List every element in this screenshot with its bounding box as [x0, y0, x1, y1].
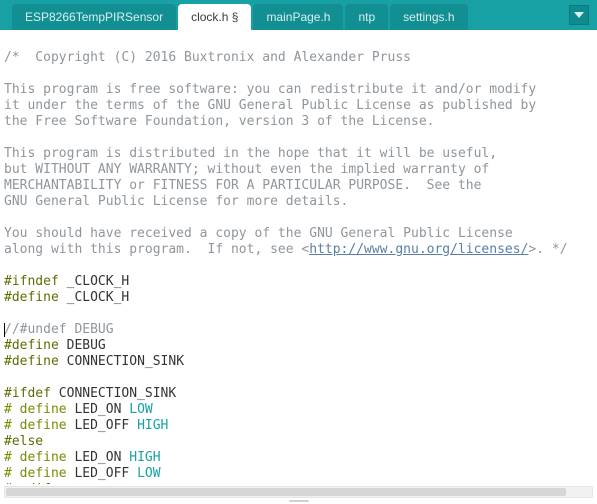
- tab-ntp[interactable]: ntp: [345, 4, 388, 30]
- comment-line: along with this program. If not, see <: [4, 242, 309, 257]
- tab-label: clock.h §: [191, 10, 238, 24]
- pp-sub-define: # define: [4, 466, 67, 481]
- chevron-down-icon: [574, 12, 584, 18]
- pp-sub-define: # define: [4, 450, 67, 465]
- tab-mainpage-h[interactable]: mainPage.h: [253, 4, 343, 30]
- comment-line: This program is free software: you can r…: [4, 82, 536, 97]
- symbol: _CLOCK_H: [59, 274, 129, 289]
- symbol: LED_ON: [67, 402, 130, 417]
- tab-overflow-button[interactable]: [569, 5, 589, 25]
- const-high: HIGH: [137, 418, 168, 433]
- pp-ifdef: #ifdef: [4, 386, 51, 401]
- tab-label: ESP8266TempPIRSensor: [25, 10, 163, 24]
- symbol: CONNECTION_SINK: [51, 386, 176, 401]
- tab-label: settings.h: [403, 10, 454, 24]
- pane-resize-grabber[interactable]: [0, 498, 597, 504]
- pp-ifndef: #ifndef: [4, 274, 59, 289]
- symbol: LED_OFF: [67, 466, 137, 481]
- comment-line: but WITHOUT ANY WARRANTY; without even t…: [4, 162, 489, 177]
- tab-clock-h[interactable]: clock.h §: [178, 4, 251, 30]
- pp-define: #define: [4, 290, 59, 305]
- symbol: _CLOCK_H: [59, 290, 129, 305]
- pp-sub-define: # define: [4, 402, 67, 417]
- tab-settings-h[interactable]: settings.h: [390, 4, 467, 30]
- comment-line: >. */: [528, 242, 567, 257]
- comment-line: GNU General Public License for more deta…: [4, 194, 348, 209]
- comment-line: You should have received a copy of the G…: [4, 226, 513, 241]
- pp-else: #else: [4, 434, 43, 449]
- pp-sub-define: # define: [4, 418, 67, 433]
- symbol: LED_ON: [67, 450, 130, 465]
- const-high: HIGH: [129, 450, 160, 465]
- comment-line: /* Copyright (C) 2016 Buxtronix and Alex…: [4, 50, 411, 65]
- comment-line: the Free Software Foundation, version 3 …: [4, 114, 434, 129]
- tab-bar: ESP8266TempPIRSensor clock.h § mainPage.…: [0, 0, 597, 30]
- tab-esp8266[interactable]: ESP8266TempPIRSensor: [12, 4, 176, 30]
- symbol: DEBUG: [59, 338, 106, 353]
- const-low: LOW: [137, 466, 160, 481]
- pp-define: #define: [4, 338, 59, 353]
- license-url-link[interactable]: http://www.gnu.org/licenses/: [309, 242, 528, 257]
- tab-label: mainPage.h: [266, 10, 330, 24]
- horizontal-scrollbar[interactable]: [4, 486, 593, 498]
- text-caret: [4, 323, 5, 337]
- const-low: LOW: [129, 402, 152, 417]
- code-editor[interactable]: /* Copyright (C) 2016 Buxtronix and Alex…: [0, 30, 597, 484]
- pp-endif: #endif: [4, 482, 51, 484]
- comment-line: MERCHANTABILITY or FITNESS FOR A PARTICU…: [4, 178, 481, 193]
- symbol: LED_OFF: [67, 418, 137, 433]
- tab-label: ntp: [358, 10, 375, 24]
- scrollbar-thumb[interactable]: [6, 488, 566, 496]
- comment-line: This program is distributed in the hope …: [4, 146, 497, 161]
- comment-line: it under the terms of the GNU General Pu…: [4, 98, 536, 113]
- comment-line: //#undef DEBUG: [4, 322, 114, 337]
- symbol: CONNECTION_SINK: [59, 354, 184, 369]
- pp-define: #define: [4, 354, 59, 369]
